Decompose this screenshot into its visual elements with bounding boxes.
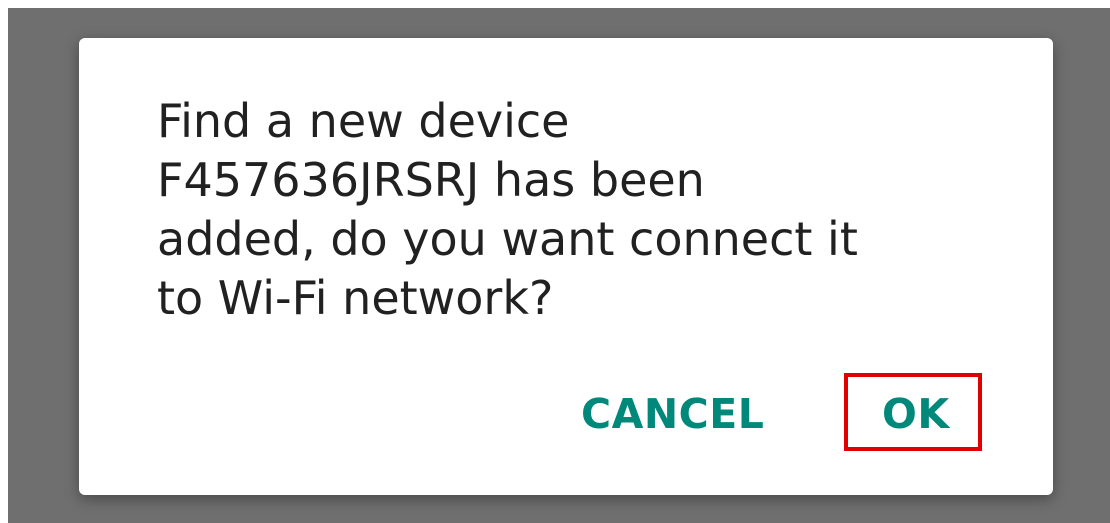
- ok-button[interactable]: OK: [882, 394, 950, 435]
- dialog-message: Find a new device F457636JRSRJ has been …: [157, 94, 858, 325]
- screen: Find a new device F457636JRSRJ has been …: [0, 0, 1110, 523]
- alert-dialog: Find a new device F457636JRSRJ has been …: [79, 38, 1053, 495]
- cancel-button[interactable]: CANCEL: [581, 394, 764, 435]
